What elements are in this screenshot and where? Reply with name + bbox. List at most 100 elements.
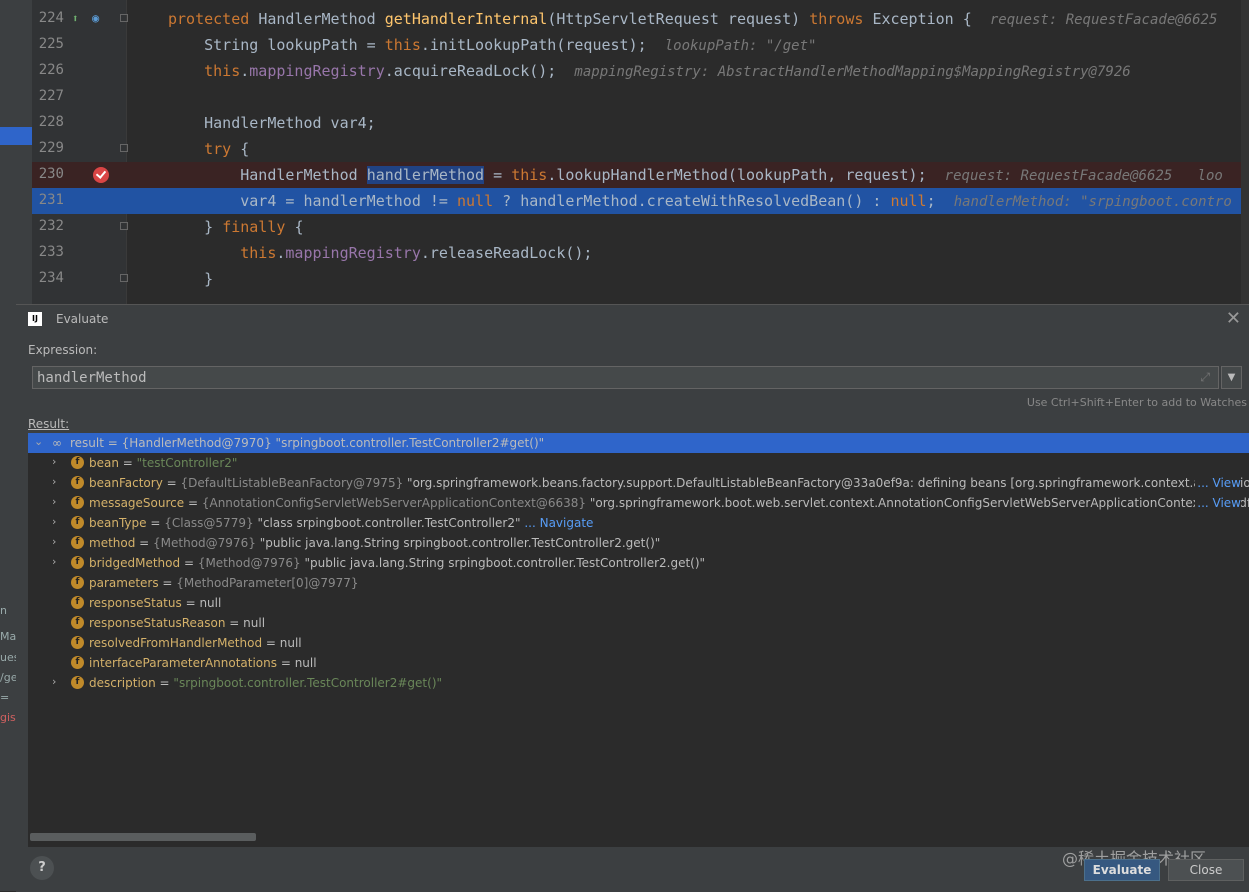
line-number[interactable]: 232 <box>32 218 64 234</box>
chevron-right-icon[interactable]: › <box>52 455 56 468</box>
editor-scrollbar[interactable] <box>1241 0 1249 304</box>
code-line[interactable]: 228 HandlerMethod var4; <box>32 110 1249 136</box>
field-name: interfaceParameterAnnotations <box>89 656 278 670</box>
close-button[interactable]: Close <box>1168 859 1244 881</box>
close-icon[interactable]: ✕ <box>1226 308 1241 329</box>
field-icon: f <box>71 676 84 689</box>
expand-icon[interactable]: ⤢ <box>1200 370 1210 385</box>
line-number[interactable]: 230 <box>32 166 64 182</box>
chevron-right-icon[interactable]: › <box>52 475 56 488</box>
code-token: } <box>168 218 223 236</box>
expression-box[interactable]: ⤢ <box>32 366 1219 389</box>
code-token: HandlerMethod var4; <box>168 114 376 132</box>
tree-node-row[interactable]: › f beanFactory = {DefaultListableBeanFact… <box>28 473 1249 493</box>
line-number[interactable]: 229 <box>32 140 64 156</box>
code-line[interactable]: 229 try { <box>32 136 1249 162</box>
tree-node-row[interactable]: › f bridgedMethod = {Method@7976} "public … <box>28 553 1249 573</box>
tree-node-row[interactable]: f resolvedFromHandlerMethod = null <box>28 633 1249 653</box>
line-number[interactable]: 226 <box>32 62 64 78</box>
code-token: this <box>240 244 277 262</box>
horizontal-scrollbar[interactable] <box>30 833 256 841</box>
line-number[interactable]: 234 <box>32 270 64 286</box>
project-selected-row[interactable] <box>0 127 32 145</box>
code-editor[interactable]: 224 ⬆ ◉ protected HandlerMethod getHandlerI… <box>32 0 1249 304</box>
line-number[interactable]: 227 <box>32 88 64 104</box>
field-icon: f <box>71 516 84 529</box>
override-icon[interactable]: ⬆ <box>72 12 79 25</box>
help-button[interactable]: ? <box>30 856 54 880</box>
tree-node-row[interactable]: f interfaceParameterAnnotations = null <box>28 653 1249 673</box>
code-line[interactable]: 227 <box>32 84 1249 110</box>
field-value: "testController2" <box>136 456 238 470</box>
chevron-right-icon[interactable]: › <box>52 555 56 568</box>
dialog-title: Evaluate <box>56 312 109 326</box>
watch-hint: Use Ctrl+Shift+Enter to add to Watches <box>1026 396 1247 409</box>
tree-node-row[interactable]: › f description = "srpingboot.controller.T… <box>28 673 1249 693</box>
history-dropdown-button[interactable]: ▼ <box>1221 366 1242 389</box>
code-token: .releaseReadLock(); <box>420 244 593 262</box>
implementation-icon[interactable]: ◉ <box>92 11 99 25</box>
chevron-right-icon[interactable]: › <box>52 495 56 508</box>
tree-node-row[interactable]: f responseStatusReason = null <box>28 613 1249 633</box>
code-line[interactable]: 226 this.mappingRegistry.acquireReadLock… <box>32 58 1249 84</box>
code-token: . <box>240 62 250 80</box>
code-token: } <box>168 270 214 288</box>
code-token: initLookupPath(request); <box>429 36 665 54</box>
code-line[interactable]: 231 var4 = handlerMethod != null ? handl… <box>32 188 1249 214</box>
code-text: HandlerMethod handlerMethod = this.looku… <box>168 166 1223 184</box>
code-token: { <box>240 140 250 158</box>
line-number[interactable]: 224 <box>32 10 64 26</box>
line-number[interactable]: 225 <box>32 36 64 52</box>
chevron-right-icon[interactable]: › <box>52 675 56 688</box>
line-number[interactable]: 231 <box>32 192 64 208</box>
view-link[interactable]: ... View <box>1195 476 1241 490</box>
code-line[interactable]: 230 HandlerMethod handlerMethod = this.l… <box>32 162 1249 188</box>
fold-marker-icon[interactable] <box>120 144 128 152</box>
code-token: . <box>420 36 430 54</box>
tree-node-row[interactable]: › f bean = "testController2" <box>28 453 1249 473</box>
root-name: result <box>70 436 104 450</box>
field-type: {Class@5779} <box>164 516 254 530</box>
fold-marker-icon[interactable] <box>120 14 128 22</box>
breakpoint-icon[interactable] <box>93 167 109 183</box>
tree-node-row[interactable]: › f messageSource = {AnnotationConfigServl… <box>28 493 1249 513</box>
code-line[interactable]: 234 } <box>32 266 1249 292</box>
field-icon: f <box>71 616 84 629</box>
evaluate-button[interactable]: Evaluate <box>1084 859 1160 881</box>
field-icon: f <box>71 556 84 569</box>
code-line[interactable]: 224 ⬆ ◉ protected HandlerMethod getHandlerI… <box>32 6 1249 32</box>
line-number[interactable]: 233 <box>32 244 64 260</box>
dialog-titlebar[interactable]: IJ Evaluate ✕ <box>16 305 1249 333</box>
code-token: .acquireReadLock(); <box>384 62 575 80</box>
code-token: this <box>511 166 548 184</box>
field-icon: f <box>71 596 84 609</box>
field-type: {MethodParameter[0]@7977} <box>176 576 359 590</box>
tree-node-row[interactable]: f parameters = {MethodParameter[0]@7977} <box>28 573 1249 593</box>
field-value: null <box>199 596 222 610</box>
tree-node-row[interactable]: › f method = {Method@7976} "public java.la… <box>28 533 1249 553</box>
expression-input[interactable] <box>33 367 1201 388</box>
navigate-link[interactable]: ... Navigate <box>524 516 593 530</box>
fold-marker-icon[interactable] <box>120 274 128 282</box>
fold-marker-icon[interactable] <box>120 222 128 230</box>
field-name: bean <box>89 456 119 470</box>
chevron-right-icon[interactable]: › <box>52 515 56 528</box>
view-link[interactable]: ... View <box>1195 496 1241 510</box>
line-number[interactable]: 228 <box>32 114 64 130</box>
code-line[interactable]: 233 this.mappingRegistry.releaseReadLock… <box>32 240 1249 266</box>
field-name: parameters <box>89 576 159 590</box>
field-type: {AnnotationConfigServletWebServerApplica… <box>201 496 586 510</box>
expression-label: Expression: <box>28 343 98 357</box>
tree-node-row[interactable]: f responseStatus = null <box>28 593 1249 613</box>
result-root-row[interactable]: ⌄ ∞ result = {HandlerMethod@7970} "srpin… <box>28 433 1249 453</box>
chevron-down-icon[interactable]: ⌄ <box>34 435 43 448</box>
code-line[interactable]: 232 } finally { <box>32 214 1249 240</box>
inline-debug-value: request: RequestFacade@6625 <box>989 12 1218 28</box>
tree-node-row[interactable]: › f beanType = {Class@5779} "class srpingb… <box>28 513 1249 533</box>
root-value: "srpingboot.controller.TestController2#g… <box>275 436 545 450</box>
inline-debug-value: lookupPath: "/get" <box>664 38 817 54</box>
chevron-right-icon[interactable]: › <box>52 535 56 548</box>
result-tree[interactable]: ⌄ ∞ result = {HandlerMethod@7970} "srpin… <box>28 433 1249 847</box>
code-line[interactable]: 225 String lookupPath = this.initLookupP… <box>32 32 1249 58</box>
